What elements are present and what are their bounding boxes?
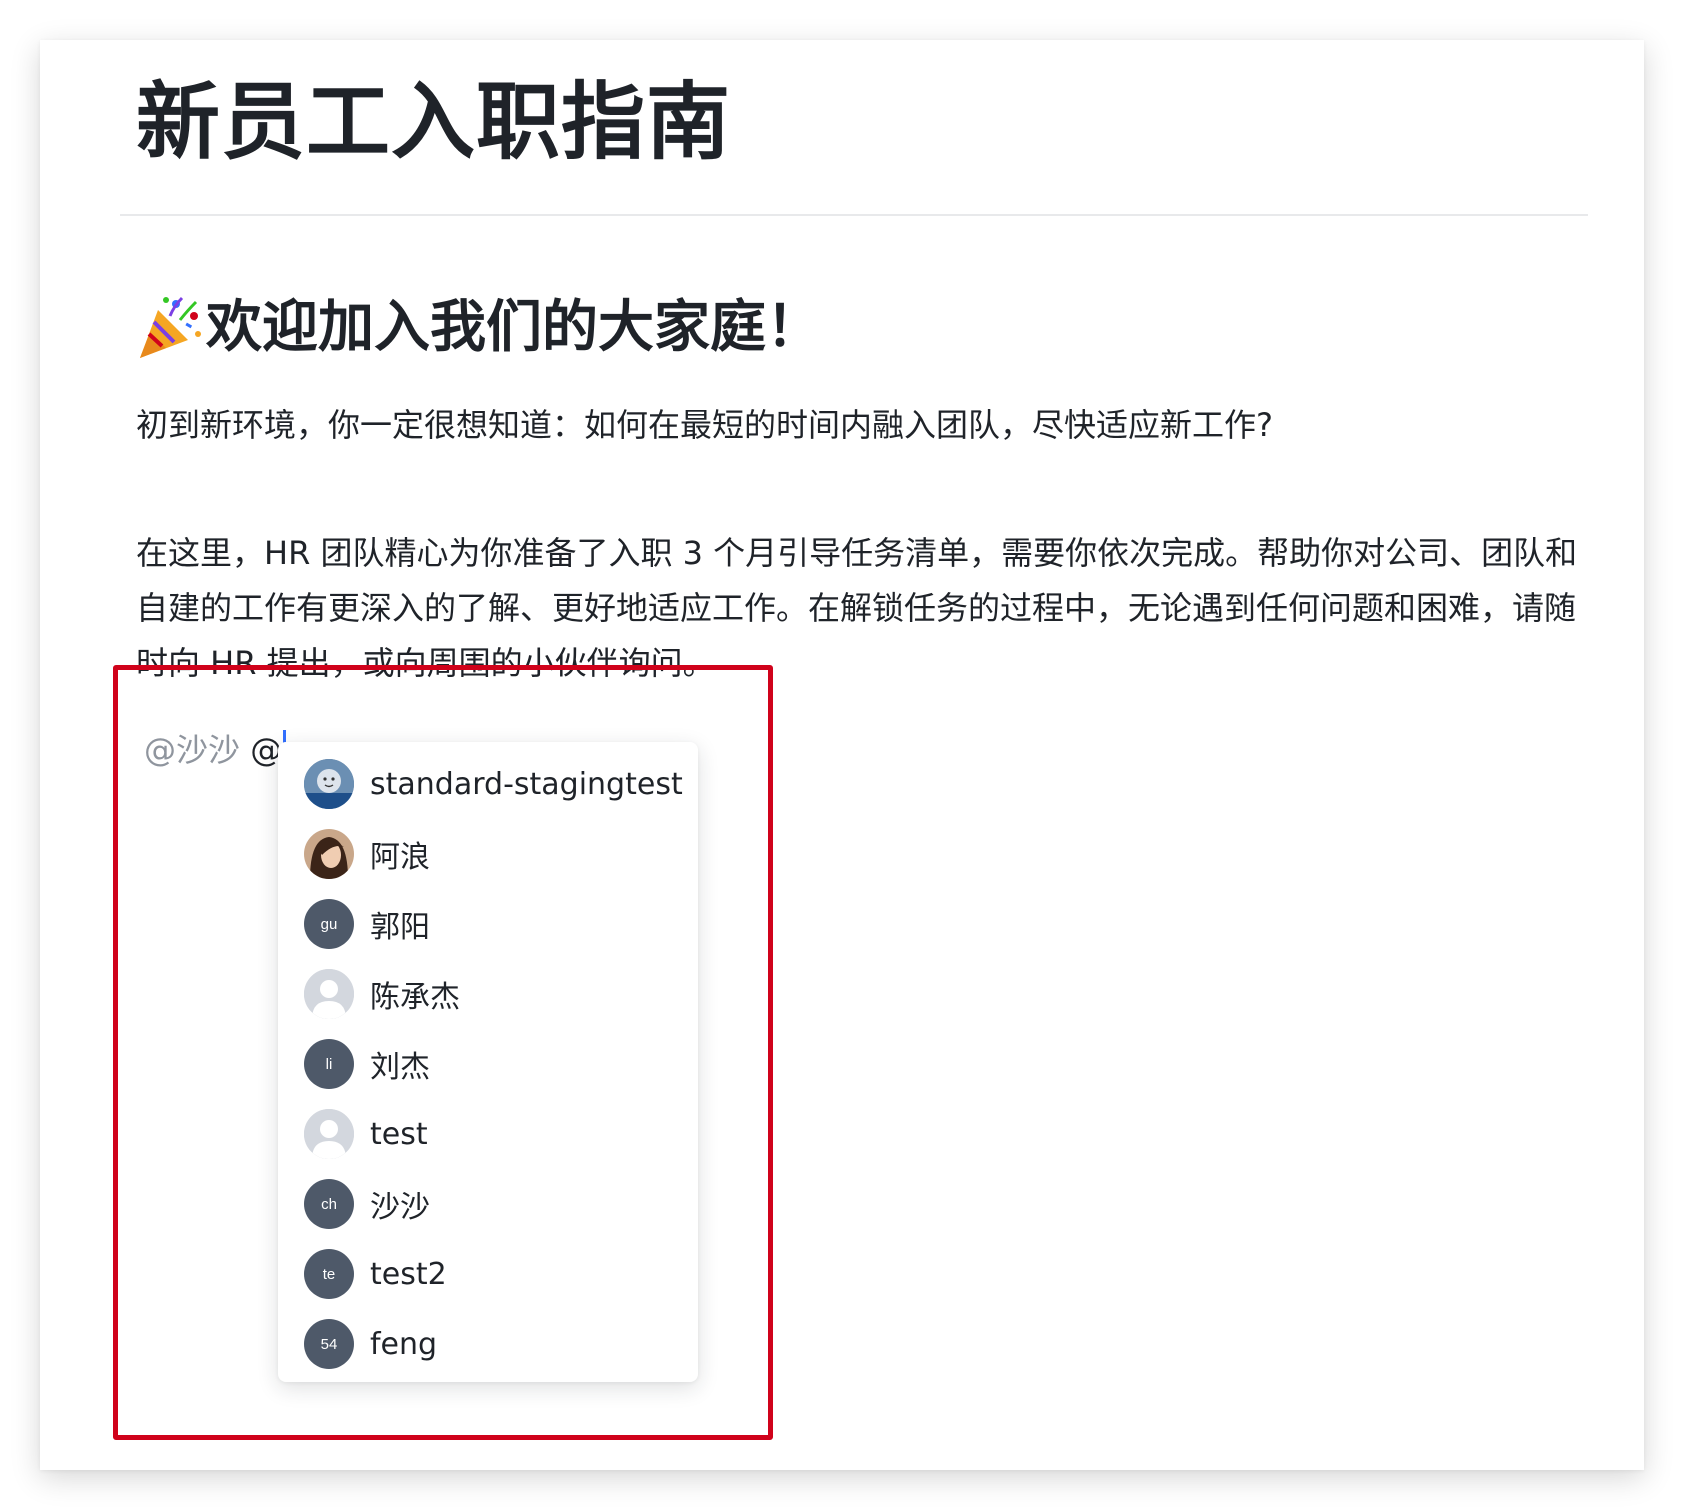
user-name: feng <box>370 1326 438 1362</box>
user-name: 沙沙 <box>370 1190 430 1225</box>
avatar-initials: li <box>304 1039 354 1089</box>
welcome-heading-text: 欢迎加入我们的大家庭！ <box>206 295 822 360</box>
avatar-initials: 54 <box>304 1319 354 1369</box>
avatar-cartoon-icon <box>304 759 354 809</box>
avatar-initials: gu <box>304 899 354 949</box>
mention-user-item[interactable]: 阿浪 <box>278 816 698 892</box>
default-person-icon <box>304 1109 354 1159</box>
user-name: 郭阳 <box>370 910 430 945</box>
default-person-icon <box>304 969 354 1019</box>
editor-input-line[interactable]: @沙沙 @ <box>144 725 287 775</box>
mention-user-item[interactable]: 54 feng <box>278 1306 698 1382</box>
mention-user-item[interactable]: ch 沙沙 <box>278 1166 698 1242</box>
user-name: 陈承杰 <box>370 980 460 1015</box>
welcome-heading[interactable]: 欢迎加入我们的大家庭！ <box>136 280 822 376</box>
mention-dropdown: standard-stagingtest 阿浪 gu 郭阳 陈承杰 li 刘杰 … <box>278 742 698 1382</box>
existing-mention[interactable]: @沙沙 <box>144 731 240 769</box>
document-page: 新员工入职指南 欢迎加入我们的大家庭！ 初到新环境，你一定很想知道：如何在最短的… <box>40 40 1644 1470</box>
avatar-initials: ch <box>304 1179 354 1229</box>
mention-user-item[interactable]: 陈承杰 <box>278 956 698 1032</box>
document-title[interactable]: 新员工入职指南 <box>136 52 731 192</box>
user-name: 刘杰 <box>370 1050 430 1085</box>
user-name: 阿浪 <box>370 840 430 875</box>
avatar-portrait-icon <box>304 829 354 879</box>
mention-user-item[interactable]: te test2 <box>278 1236 698 1312</box>
user-name: test <box>370 1116 428 1152</box>
user-name: standard-stagingtest <box>370 766 683 802</box>
avatar-initials: te <box>304 1249 354 1299</box>
mention-user-item[interactable]: standard-stagingtest <box>278 746 698 822</box>
user-name: test2 <box>370 1256 447 1292</box>
intro-paragraph[interactable]: 初到新环境，你一定很想知道：如何在最短的时间内融入团队，尽快适应新工作? <box>136 398 1273 453</box>
party-popper-icon <box>136 294 204 362</box>
mention-user-item[interactable]: gu 郭阳 <box>278 886 698 962</box>
mention-user-item[interactable]: test <box>278 1096 698 1172</box>
mention-user-item[interactable]: li 刘杰 <box>278 1026 698 1102</box>
title-divider <box>120 214 1588 216</box>
